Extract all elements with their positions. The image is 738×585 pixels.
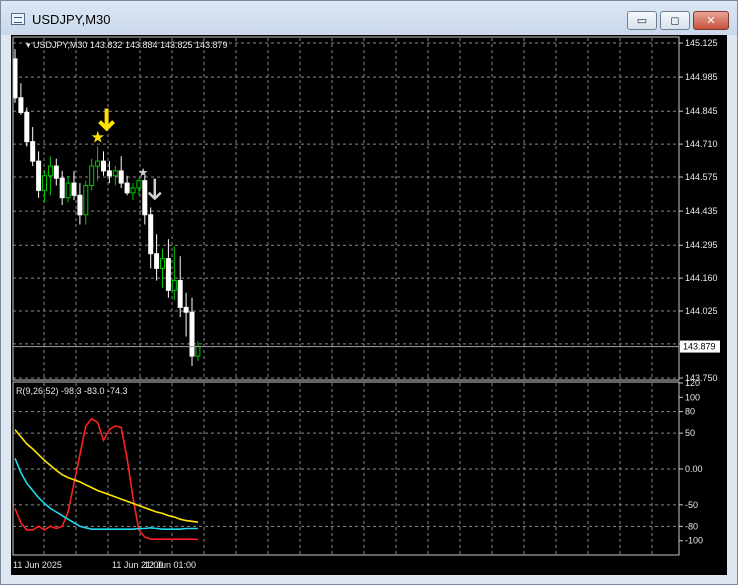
price-tick-label: 144.710 — [685, 139, 718, 149]
price-panel-border — [12, 36, 680, 381]
indicator-tick-label: 0.00 — [685, 464, 703, 474]
chart-window: USDJPY,M30 ▭ ◻ ✕ ★ ★ 145.125 144.985 144.84… — [0, 0, 738, 585]
candle-body — [130, 187, 136, 194]
price-tick-label: 144.435 — [685, 206, 718, 216]
candle-body — [106, 170, 112, 177]
candle-body — [42, 175, 47, 191]
candle-body — [89, 165, 95, 187]
close-button[interactable]: ✕ — [693, 11, 729, 30]
indicator-tick-label: -100 — [685, 536, 703, 546]
candle-body — [183, 306, 189, 313]
chart-window-icon — [11, 13, 25, 25]
candle-body — [112, 170, 118, 177]
axes: 145.125 144.985 144.845 144.710 144.575 144.4… — [12, 36, 720, 570]
candle-body — [12, 58, 18, 99]
candle-body — [189, 311, 195, 357]
price-tick-label: 144.025 — [685, 306, 718, 316]
candle-body — [160, 258, 165, 269]
candle-body — [83, 185, 89, 216]
candle-body — [124, 182, 130, 194]
title-bar[interactable]: USDJPY,M30 ▭ ◻ ✕ — [1, 1, 737, 35]
candle-body — [77, 194, 83, 216]
price-tick-label: 144.575 — [685, 172, 718, 182]
indicator-lines — [14, 417, 199, 541]
chart-canvas[interactable]: ★★ 145.125144.985144.845144.710144.57514… — [11, 35, 727, 575]
symbol-name: USDJPY,M30 — [33, 40, 87, 50]
sell-signal-star-icon: ★ — [138, 166, 149, 180]
indicator-tick-label: 100 — [685, 392, 700, 402]
time-axis-label: 12 Jun 01:00 — [144, 560, 196, 570]
candle-body — [101, 160, 106, 172]
candle-body — [47, 165, 53, 177]
price-tick-label: 144.845 — [685, 106, 718, 116]
candle-body — [71, 182, 77, 196]
indicator-label: R(9,26,52) -98.3 -83.0 -74.3 — [16, 386, 128, 396]
candle-body — [165, 258, 171, 291]
indicator-series-line-3 — [14, 429, 199, 523]
candle-body — [59, 177, 65, 199]
indicator-tick-label: 80 — [685, 407, 695, 417]
price-grid — [13, 38, 679, 379]
candle-body — [65, 182, 71, 199]
candle-body — [177, 280, 183, 308]
maximize-button[interactable]: ◻ — [660, 11, 690, 30]
price-tick-label: 145.125 — [685, 38, 718, 48]
candle-body — [24, 111, 30, 143]
price-tick-label: 144.160 — [685, 273, 718, 283]
candle-body — [36, 160, 42, 191]
candle-body — [95, 160, 101, 167]
candle-body — [195, 345, 201, 357]
price-tick-label: 144.985 — [685, 72, 718, 82]
candle-body — [53, 165, 59, 179]
indicator-tick-label: -50 — [685, 500, 698, 510]
ohlc-values: 143.832 143.884 143.825 143.879 — [90, 40, 228, 50]
current-price-label: 143.879 — [683, 342, 716, 352]
candle-body — [118, 170, 124, 184]
window-title: USDJPY,M30 — [32, 12, 111, 27]
candle-body — [30, 141, 36, 162]
chart-area[interactable]: ★ ★ 145.125 144.985 144.845 144.710 144.575 14… — [11, 35, 727, 575]
indicator-tick-label: 120 — [685, 378, 700, 388]
candle-body — [171, 280, 177, 291]
candle-body — [142, 180, 148, 216]
buy-signal-star-icon: ★ — [91, 128, 105, 147]
indicator-tick-label: -80 — [685, 521, 698, 531]
minimize-button[interactable]: ▭ — [627, 11, 657, 30]
symbol-menu-icon: ▾ — [26, 40, 33, 50]
candle-body — [136, 180, 142, 189]
symbol-label: ▾ USDJPY,M30 143.832 143.884 143.825 143… — [26, 40, 228, 50]
candle-body — [148, 214, 154, 255]
candle-body — [154, 253, 160, 269]
indicator-tick-label: 50 — [685, 428, 695, 438]
time-axis-label: 11 Jun 2025 — [13, 560, 62, 570]
candle-body — [18, 97, 24, 113]
price-tick-label: 144.295 — [685, 240, 718, 250]
indicator-series-line-1 — [14, 417, 198, 541]
